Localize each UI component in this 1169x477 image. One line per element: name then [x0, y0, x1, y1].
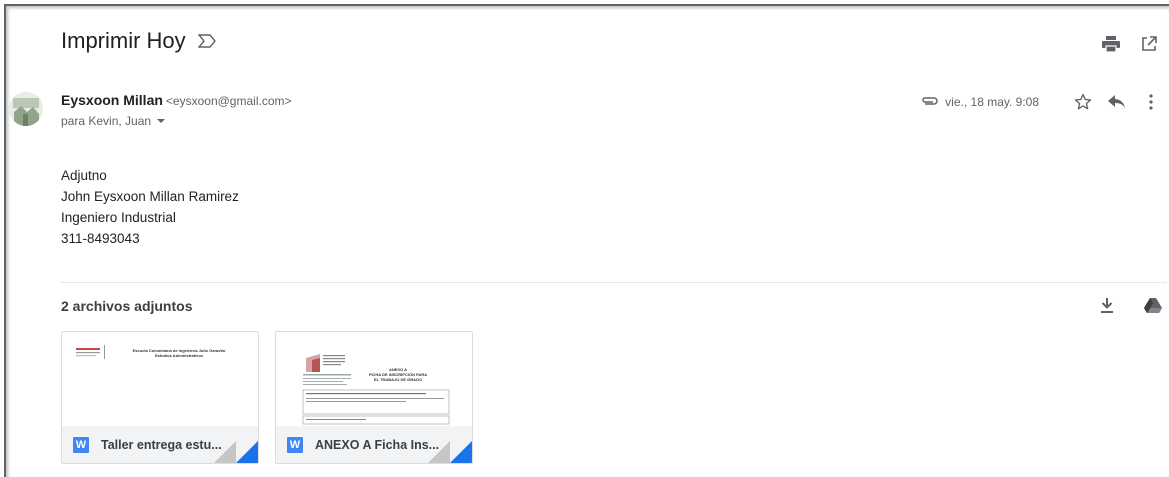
preview-subheading: Estudios Administrativos	[154, 353, 204, 358]
body-line: 311-8493043	[61, 231, 140, 246]
sender-name[interactable]: Eysxoon Millan	[61, 92, 163, 108]
body-line: Adjutno	[61, 168, 107, 183]
preview-subheading: FICHA DE INSCRIPCIÓN PARA EL TRABAJO DE …	[368, 372, 428, 382]
page-fold-corner	[214, 441, 236, 463]
message-meta: vie., 18 may. 9:08	[921, 92, 1161, 112]
important-marker-icon[interactable]	[197, 34, 216, 48]
open-in-new-window-icon[interactable]	[1139, 34, 1159, 54]
print-icon[interactable]	[1101, 34, 1121, 54]
sender-avatar[interactable]	[9, 92, 43, 126]
attachments-title: 2 archivos adjuntos	[61, 298, 193, 314]
attachment-filename: Taller entrega estu...	[101, 437, 222, 452]
attachment-card[interactable]: Escuela Colombiana de Ingeniería Julio G…	[61, 331, 259, 464]
sender-line: Eysxoon Millan <eysxoon@gmail.com>	[61, 92, 292, 108]
page-fold-corner	[428, 441, 450, 463]
download-icon[interactable]	[1097, 296, 1117, 316]
drive-corner-icon	[450, 441, 472, 463]
message-body: Adjutno John Eysxoon Millan Ramirez Inge…	[61, 165, 239, 249]
chevron-down-icon	[157, 119, 166, 123]
attachment-filename: ANEXO A Ficha Ins...	[315, 437, 440, 452]
recipients-dropdown[interactable]: para Kevin, Juan	[61, 114, 166, 128]
thread-actions	[1101, 34, 1159, 54]
message-date: vie., 18 may. 9:08	[945, 95, 1039, 109]
word-doc-icon: W	[73, 436, 89, 453]
recipients-text: para Kevin, Juan	[61, 114, 152, 128]
paperclip-icon	[921, 95, 939, 109]
body-line: Ingeniero Industrial	[61, 210, 176, 225]
reply-icon[interactable]	[1107, 92, 1127, 112]
divider	[61, 282, 1166, 283]
attachments-actions	[1097, 296, 1163, 316]
google-drive-icon[interactable]	[1143, 296, 1163, 316]
sender-email: <eysxoon@gmail.com>	[165, 94, 292, 108]
subject-text: Imprimir Hoy	[61, 28, 186, 53]
attachment-preview: Escuela Colombiana de Ingeniería Julio G…	[62, 332, 258, 426]
word-doc-icon: W	[287, 436, 303, 453]
drive-corner-icon	[236, 441, 258, 463]
more-vert-icon[interactable]	[1141, 92, 1161, 112]
email-subject: Imprimir Hoy	[61, 28, 216, 54]
attachment-card[interactable]: ANEXO A FICHA DE INSCRIPCIÓN PARA EL TRA…	[275, 331, 473, 464]
attachment-preview: ANEXO A FICHA DE INSCRIPCIÓN PARA EL TRA…	[276, 332, 472, 426]
document-thumbnail	[76, 345, 105, 359]
star-icon[interactable]	[1073, 92, 1093, 112]
body-line: John Eysxoon Millan Ramirez	[61, 189, 239, 204]
